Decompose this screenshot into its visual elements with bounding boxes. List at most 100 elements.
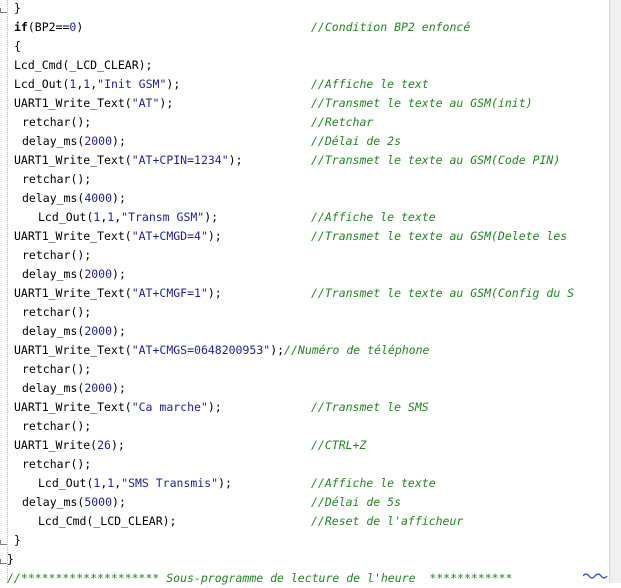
code-line: UART1_Write_Text("AT+CMGS=0648200953");/… [0,341,609,360]
code-line: } [0,531,609,550]
code-token: ); [207,229,222,243]
number-literal: 2000 [84,381,113,395]
code-line: } [0,550,609,569]
code-comment: //Transmet le texte au GSM(Code PIN) [311,153,561,167]
code-statement: Lcd_Cmd(_LCD_CLEAR); [14,56,152,75]
code-statement: retchar(); [22,455,91,474]
code-token: ); [112,495,126,509]
string-literal: "AT" [131,96,160,110]
code-statement: if(BP2==0) [14,18,83,37]
code-token: UART1_Write_Text( [14,153,132,167]
code-line: delay_ms(2000); [0,379,609,398]
code-token: delay_ms( [22,324,85,338]
code-line: delay_ms(2000); //Délai de 2s [0,132,609,151]
code-comment: //Transmet le texte au GSM(Config du S [311,286,575,300]
code-line: UART1_Write_Text("Ca marche"); //Transmet… [0,398,609,417]
code-token: retchar(); [22,248,92,262]
inline-comment: //Numéro de téléphone [284,343,430,357]
code-line: Lcd_Out(1,1,"SMS Transmis"); //Affiche le… [0,474,609,493]
code-token: retchar(); [22,457,92,471]
code-token: ) [76,20,84,34]
code-statement: UART1_Write_Text("AT"); [14,94,173,113]
code-token: retchar(); [22,172,92,186]
code-token: ); [166,77,181,91]
code-statement: UART1_Write_Text("Ca marche"); [14,398,222,417]
code-statement: UART1_Write(26); [14,436,125,455]
code-token: ); [204,210,219,224]
code-line: } [0,0,609,18]
code-statement: Lcd_Out(1,1,"Init GSM"); [14,75,180,94]
code-token: UART1_Write_Text( [14,400,132,414]
number-literal: 2000 [84,324,113,338]
code-token: } [14,533,21,547]
code-line: UART1_Write_Text("AT+CMGF=1"); //Transmet… [0,284,609,303]
code-token: retchar(); [22,362,92,376]
code-token: ); [112,134,126,148]
code-token: UART1_Write_Text( [14,286,132,300]
code-line: retchar(); [0,417,609,436]
code-line: retchar(); [0,170,609,189]
code-comment: //Affiche le texte [311,476,436,490]
string-literal: "Transm GSM" [121,210,205,224]
keyword: if [14,20,28,34]
code-line: delay_ms(2000); [0,265,609,284]
code-line: UART1_Write_Text("AT+CPIN=1234"); //Trans… [0,151,609,170]
code-comment: //Délai de 5s [311,495,402,509]
code-line: Lcd_Out(1,1,"Transm GSM"); //Affiche le t… [0,208,609,227]
string-literal: "Init GSM" [97,77,167,91]
code-statement: } [14,0,21,18]
code-token: ); [228,153,243,167]
code-comment: //Condition BP2 enfoncé [311,20,471,34]
code-line: Lcd_Cmd(_LCD_CLEAR); [0,56,609,75]
code-statement: { [14,37,21,56]
code-line: delay_ms(4000); [0,189,609,208]
code-editor[interactable]: } if(BP2==0) //Condition BP2 enfoncé {Lcd_C… [0,0,609,585]
code-comment: //Retchar [311,115,374,129]
section-comment: //******************** Sous-programme de… [7,571,513,585]
code-statement: UART1_Write_Text("AT+CMGD=4"); [14,227,222,246]
code-token: delay_ms( [22,267,85,281]
code-token: ); [112,267,126,281]
code-token: { [14,39,21,53]
code-statement: delay_ms(2000); [22,265,126,284]
code-statement: retchar(); [22,360,91,379]
code-comment: //Reset de l'afficheur [311,514,464,528]
code-statement: UART1_Write_Text("AT+CMGS=0648200953");/… [14,341,429,360]
code-line: { [0,37,609,56]
code-token: } [7,552,14,566]
code-statement: } [7,550,14,569]
code-token: ); [207,400,222,414]
code-line: //******************** Sous-programme de… [0,569,609,588]
code-token: delay_ms( [22,191,85,205]
number-literal: 5000 [84,495,113,509]
code-comment: //CTRL+Z [311,438,367,452]
vertical-scrollbar[interactable] [609,0,621,583]
code-token: delay_ms( [22,495,85,509]
code-comment: //Affiche le texte [311,210,436,224]
code-token: UART1_Write_Text( [14,229,132,243]
code-statement: retchar(); [22,417,91,436]
code-comment: //Affiche le text [311,77,429,91]
code-statement: delay_ms(2000); [22,132,126,151]
string-literal: "SMS Transmis" [121,476,219,490]
code-line: retchar(); [0,303,609,322]
code-line: Lcd_Cmd(_LCD_CLEAR); //Reset de l'affiche… [0,512,609,531]
code-token: retchar(); [22,115,92,129]
code-line: UART1_Write_Text("AT+CMGD=4"); //Transmet… [0,227,609,246]
code-statement: retchar(); [22,303,91,322]
code-comment: //Transmet le SMS [311,400,429,414]
code-token: ); [112,191,126,205]
code-token: ); [112,381,126,395]
code-statement: retchar(); [22,113,91,132]
code-token: ); [159,96,174,110]
code-statement: Lcd_Out(1,1,"SMS Transmis"); [38,474,232,493]
code-line: retchar(); [0,455,609,474]
code-statement: delay_ms(2000); [22,379,126,398]
code-statement: delay_ms(5000); [22,493,126,512]
code-line: if(BP2==0) //Condition BP2 enfoncé [0,18,609,37]
code-statement: retchar(); [22,170,91,189]
code-token: Lcd_Cmd(_LCD_CLEAR); [14,58,153,72]
code-token: Lcd_Out( [14,77,70,91]
code-line: delay_ms(5000); //Délai de 5s [0,493,609,512]
code-statement: delay_ms(4000); [22,189,126,208]
